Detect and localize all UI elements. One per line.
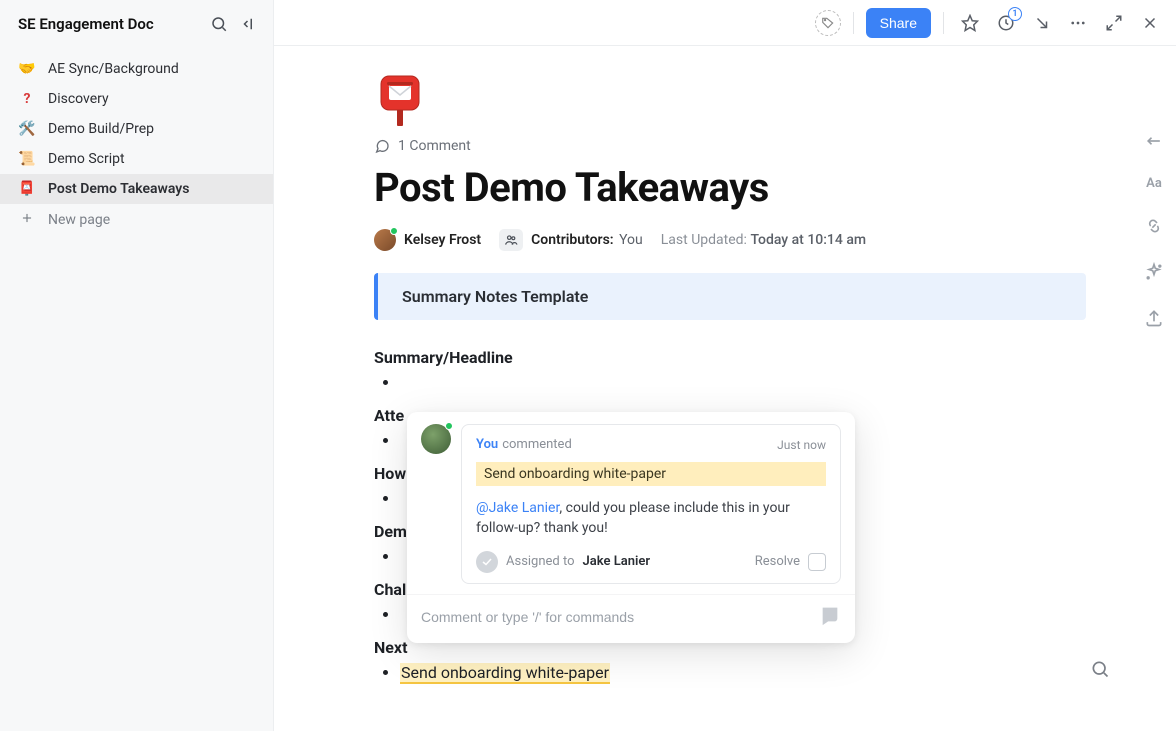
sidebar-item-discovery[interactable]: ? Discovery xyxy=(0,84,273,114)
contributors-value[interactable]: You xyxy=(619,232,643,248)
handshake-icon: 🤝 xyxy=(18,61,36,77)
sidebar-header: SE Engagement Doc xyxy=(0,8,273,48)
author-name[interactable]: Kelsey Frost xyxy=(404,232,481,248)
upload-icon[interactable] xyxy=(1143,307,1165,329)
sparkle-icon[interactable] xyxy=(1143,261,1165,283)
comment-text: @Jake Lanier, could you please include t… xyxy=(476,498,826,539)
page-title[interactable]: Post Demo Takeaways xyxy=(374,164,1086,211)
comment-author-avatar[interactable] xyxy=(421,424,451,454)
sidebar-item-label: Demo Build/Prep xyxy=(48,121,154,137)
page-emoji[interactable] xyxy=(374,74,426,126)
comment-popup: You commented Just now Send onboarding w… xyxy=(407,412,855,643)
sidebar-item-label: AE Sync/Background xyxy=(48,61,179,77)
list-item[interactable]: Send onboarding white-paper xyxy=(400,663,1086,682)
top-toolbar: Share 1 xyxy=(274,0,1176,46)
contributors-label: Contributors: xyxy=(531,232,613,248)
section-heading[interactable]: Summary/Headline xyxy=(374,348,1086,367)
sidebar-item-demo-script[interactable]: 📜 Demo Script xyxy=(0,144,273,174)
notification-badge: 1 xyxy=(1008,7,1022,21)
indent-icon[interactable] xyxy=(1143,130,1165,152)
sidebar-item-label: Demo Script xyxy=(48,151,125,167)
typography-icon[interactable]: Aa xyxy=(1146,176,1162,191)
sidebar-item-post-demo[interactable]: 📮 Post Demo Takeaways xyxy=(0,174,273,204)
assignee-name[interactable]: Jake Lanier xyxy=(583,554,747,569)
sidebar-item-ae-sync[interactable]: 🤝 AE Sync/Background xyxy=(0,54,273,84)
comment-time: Just now xyxy=(777,438,826,452)
highlighted-text[interactable]: Send onboarding white-paper xyxy=(400,663,610,684)
share-button[interactable]: Share xyxy=(866,8,931,38)
send-comment-icon[interactable] xyxy=(819,604,841,630)
assigned-label: Assigned to xyxy=(506,554,575,569)
list-item[interactable] xyxy=(400,373,1086,392)
divider xyxy=(943,12,944,34)
comment-author: You xyxy=(476,437,498,452)
updated-label: Last Updated: xyxy=(661,232,747,248)
contributors-icon xyxy=(499,229,523,251)
comment-input-row xyxy=(407,594,855,643)
resolve-checkbox[interactable] xyxy=(808,553,826,571)
sidebar-list: 🤝 AE Sync/Background ? Discovery 🛠️ Demo… xyxy=(0,54,273,236)
scroll-icon: 📜 xyxy=(18,151,36,167)
sidebar-item-label: Post Demo Takeaways xyxy=(48,181,189,197)
sidebar-item-label: Discovery xyxy=(48,91,109,107)
callout-block[interactable]: Summary Notes Template xyxy=(374,273,1086,320)
assignment-check-icon[interactable] xyxy=(476,551,498,573)
comments-toggle[interactable]: 1 Comment xyxy=(374,138,1086,154)
comment-quote: Send onboarding white-paper xyxy=(476,462,826,486)
presence-indicator xyxy=(445,422,453,430)
author-avatar[interactable] xyxy=(374,229,396,251)
close-icon[interactable] xyxy=(1136,9,1164,37)
updated-value: Today at 10:14 am xyxy=(750,232,866,248)
comment-count: 1 Comment xyxy=(398,138,471,154)
tools-icon: 🛠️ xyxy=(18,121,36,137)
page-search-icon[interactable] xyxy=(1090,659,1110,683)
question-icon: ? xyxy=(18,91,36,107)
comment-icon xyxy=(374,138,390,154)
sidebar: SE Engagement Doc 🤝 AE Sync/Background ?… xyxy=(0,0,274,731)
collapse-sidebar-icon[interactable] xyxy=(239,14,259,34)
link-icon[interactable] xyxy=(1143,215,1165,237)
notifications-icon[interactable]: 1 xyxy=(992,9,1020,37)
meta-row: Kelsey Frost Contributors: You Last Upda… xyxy=(374,229,1086,251)
expand-icon[interactable] xyxy=(1100,9,1128,37)
plus-icon xyxy=(18,211,36,229)
resolve-button[interactable]: Resolve xyxy=(755,554,800,569)
mention[interactable]: @Jake Lanier xyxy=(476,500,559,516)
more-icon[interactable] xyxy=(1064,9,1092,37)
comment-input[interactable] xyxy=(421,601,809,633)
search-icon[interactable] xyxy=(209,14,229,34)
new-page-button[interactable]: New page xyxy=(0,204,273,236)
new-page-label: New page xyxy=(48,212,110,228)
doc-collection-title: SE Engagement Doc xyxy=(18,15,209,33)
tag-icon[interactable] xyxy=(815,10,841,36)
sidebar-item-demo-build[interactable]: 🛠️ Demo Build/Prep xyxy=(0,114,273,144)
mailbox-icon: 📮 xyxy=(18,181,36,197)
download-icon[interactable] xyxy=(1028,9,1056,37)
comment-card: You commented Just now Send onboarding w… xyxy=(461,424,841,584)
presence-indicator xyxy=(390,227,398,235)
divider xyxy=(853,12,854,34)
star-icon[interactable] xyxy=(956,9,984,37)
comment-action: commented xyxy=(502,437,777,452)
right-rail: Aa xyxy=(1132,130,1176,329)
